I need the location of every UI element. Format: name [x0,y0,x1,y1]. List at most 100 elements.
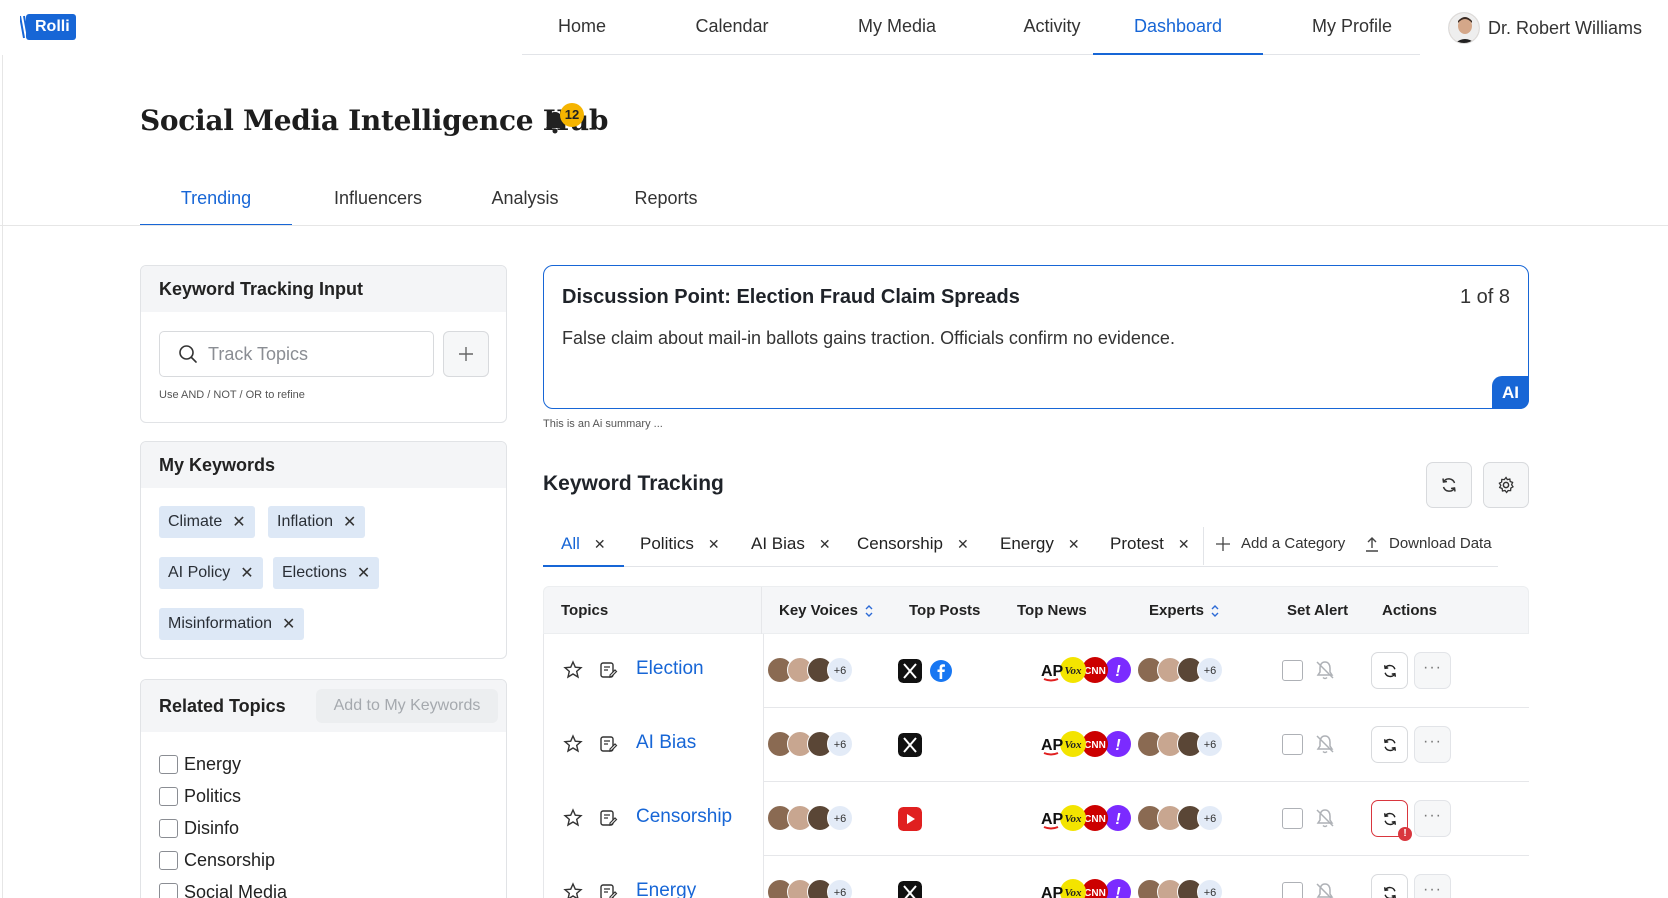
news-sources-icons[interactable]: ! CNN Vox AP [1041,804,1133,832]
x-icon[interactable] [898,733,922,757]
add-category-button[interactable]: Add a Category [1215,529,1345,559]
edit-note-icon[interactable] [598,660,618,680]
bell-off-icon[interactable] [1314,659,1336,681]
bell-off-icon[interactable] [1314,807,1336,829]
category-tab-energy[interactable]: Energy ✕ [1000,529,1080,567]
key-voices-avatars[interactable]: +6 [767,879,853,898]
tab-analysis[interactable]: Analysis [470,175,580,226]
user-profile[interactable]: Dr. Robert Williams [1448,12,1642,44]
topic-cell: Censorship [544,782,764,856]
remove-category-icon[interactable]: ✕ [1178,529,1190,559]
edit-note-icon[interactable] [598,882,618,898]
facebook-icon[interactable] [929,659,953,683]
header-experts[interactable]: Experts [1149,587,1220,635]
row-refresh-button[interactable] [1371,726,1408,763]
news-sources-icons[interactable]: ! CNN Vox AP [1041,730,1133,758]
related-topic-item[interactable]: Censorship [159,850,275,871]
tab-reports[interactable]: Reports [610,175,722,226]
youtube-icon[interactable] [898,807,922,831]
nav-dashboard[interactable]: Dashboard [1093,0,1263,55]
remove-chip-icon[interactable]: ✕ [282,614,295,634]
key-voices-avatars[interactable]: +6 [767,805,853,831]
x-icon[interactable] [898,881,922,898]
category-tab-politics[interactable]: Politics ✕ [640,529,720,567]
news-sources-icons[interactable]: ! CNN Vox AP [1041,656,1133,684]
alert-checkbox[interactable] [1282,882,1303,898]
edit-note-icon[interactable] [598,734,618,754]
category-tab-protest[interactable]: Protest ✕ [1110,529,1190,567]
experts-avatars[interactable]: +6 [1137,879,1223,898]
edit-note-icon[interactable] [598,808,618,828]
alert-checkbox[interactable] [1282,734,1303,755]
remove-chip-icon[interactable]: ✕ [357,563,370,583]
more-options-button[interactable]: ··· [1414,726,1451,763]
remove-category-icon[interactable]: ✕ [1068,529,1080,559]
remove-category-icon[interactable]: ✕ [957,529,969,559]
row-refresh-warning-button[interactable]: ! [1371,800,1412,841]
related-topic-item[interactable]: Politics [159,786,241,807]
topic-checkbox[interactable] [159,851,178,870]
x-icon[interactable] [898,659,922,683]
more-options-button[interactable]: ··· [1414,800,1451,837]
settings-button[interactable] [1483,462,1529,508]
nav-my-profile[interactable]: My Profile [1282,0,1422,55]
related-topic-item[interactable]: Disinfo [159,818,239,839]
alert-checkbox[interactable] [1282,660,1303,681]
remove-category-icon[interactable]: ✕ [819,529,831,559]
add-topic-button[interactable] [443,331,489,377]
topic-link[interactable]: Censorship [636,806,732,828]
category-tab-censorship[interactable]: Censorship ✕ [857,529,969,567]
category-label: Energy [1000,534,1054,553]
keyword-input-title: Keyword Tracking Input [141,266,506,312]
rolli-logo[interactable]: Rolli [20,14,76,40]
alert-checkbox[interactable] [1282,808,1303,829]
news-sources-icons[interactable]: ! CNN Vox AP [1041,878,1133,898]
nav-my-media[interactable]: My Media [812,0,982,55]
related-topic-item[interactable]: Social Media [159,882,287,898]
nav-calendar[interactable]: Calendar [662,0,802,55]
star-icon[interactable] [563,882,583,898]
star-icon[interactable] [563,660,583,680]
topic-checkbox[interactable] [159,787,178,806]
topic-checkbox[interactable] [159,883,178,898]
bell-off-icon[interactable] [1314,733,1336,755]
topic-link[interactable]: Energy [636,880,696,898]
more-options-button[interactable]: ··· [1414,652,1451,689]
header-key-voices[interactable]: Key Voices [779,587,874,635]
tab-trending[interactable]: Trending [140,175,292,226]
experts-avatars[interactable]: +6 [1137,731,1223,757]
topic-link[interactable]: AI Bias [636,732,696,754]
related-topic-item[interactable]: Energy [159,754,241,775]
nav-home[interactable]: Home [522,0,642,55]
experts-avatars[interactable]: +6 [1137,657,1223,683]
remove-chip-icon[interactable]: ✕ [240,563,253,583]
related-topics-label: Related Topics [159,696,286,716]
download-data-button[interactable]: Download Data [1365,529,1492,559]
add-to-keywords-button[interactable]: Add to My Keywords [316,689,498,723]
remove-category-icon[interactable]: ✕ [708,529,720,559]
topic-checkbox[interactable] [159,819,178,838]
star-icon[interactable] [563,734,583,754]
remove-category-icon[interactable]: ✕ [594,529,606,559]
topic-checkbox[interactable] [159,755,178,774]
svg-text:CNN: CNN [1084,814,1106,825]
chip-label: Elections [282,564,347,581]
experts-avatars[interactable]: +6 [1137,805,1223,831]
svg-text:!: ! [1115,811,1121,828]
key-voices-avatars[interactable]: +6 [767,657,853,683]
row-refresh-button[interactable] [1371,652,1408,689]
tab-influencers[interactable]: Influencers [312,175,444,226]
discussion-card[interactable]: Discussion Point: Election Fraud Claim S… [543,265,1529,409]
category-tab-all[interactable]: All ✕ [543,529,624,567]
category-tab-ai-bias[interactable]: AI Bias ✕ [751,529,831,567]
row-refresh-button[interactable] [1371,874,1408,898]
key-voices-avatars[interactable]: +6 [767,731,853,757]
topic-link[interactable]: Election [636,658,704,680]
more-options-button[interactable]: ··· [1414,874,1451,898]
track-topics-input[interactable]: Track Topics [159,331,434,377]
bell-off-icon[interactable] [1314,881,1336,898]
refresh-button[interactable] [1426,462,1472,508]
star-icon[interactable] [563,808,583,828]
remove-chip-icon[interactable]: ✕ [232,512,245,532]
remove-chip-icon[interactable]: ✕ [343,512,356,532]
